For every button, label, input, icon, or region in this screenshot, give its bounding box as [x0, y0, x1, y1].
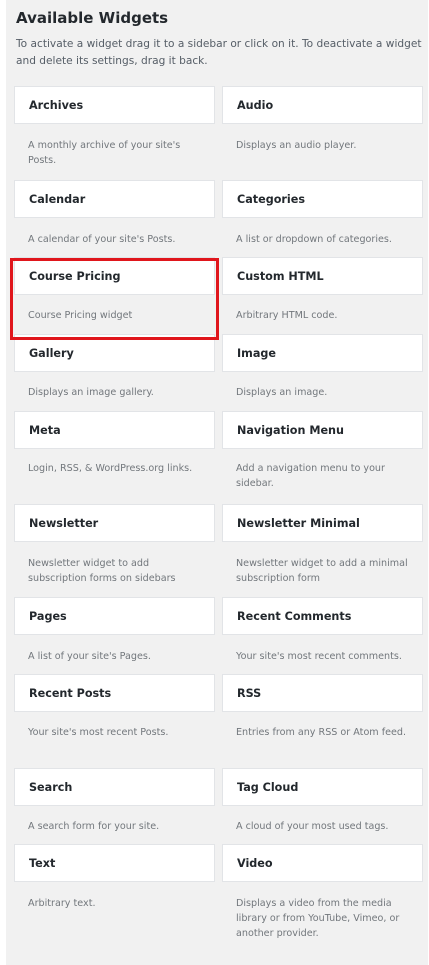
- widget-description: Your site's most recent comments.: [236, 651, 402, 662]
- widget-title[interactable]: Text: [14, 844, 215, 882]
- widget-description: A monthly archive of your site's Posts.: [28, 140, 181, 166]
- widget-grid: Archives A monthly archive of your site'…: [6, 0, 428, 965]
- widget-title[interactable]: Tag Cloud: [222, 768, 423, 806]
- widget-description: A list or dropdown of categories.: [236, 234, 392, 245]
- widget-description: Displays an audio player.: [236, 140, 357, 151]
- widget-description: A calendar of your site's Posts.: [28, 234, 176, 245]
- widget-title[interactable]: Audio: [222, 86, 423, 124]
- widget-title[interactable]: Custom HTML: [222, 257, 423, 295]
- widget-description: Entries from any RSS or Atom feed.: [236, 727, 407, 738]
- widget-title[interactable]: Recent Comments: [222, 597, 423, 635]
- widget-description: Newsletter widget to add subscription fo…: [28, 558, 176, 584]
- widget-description: Newsletter widget to add a minimal subsc…: [236, 558, 408, 584]
- available-widgets-panel: Available Widgets To activate a widget d…: [6, 0, 428, 965]
- widget-title[interactable]: Newsletter: [14, 504, 215, 542]
- widget-title[interactable]: Categories: [222, 180, 423, 218]
- widget-title[interactable]: RSS: [222, 674, 423, 712]
- widget-description: Displays an image gallery.: [28, 387, 154, 398]
- widget-title[interactable]: Calendar: [14, 180, 215, 218]
- widget-title[interactable]: Pages: [14, 597, 215, 635]
- widget-title[interactable]: Video: [222, 844, 423, 882]
- widget-title[interactable]: Newsletter Minimal: [222, 504, 423, 542]
- widget-description: Arbitrary text.: [28, 898, 96, 909]
- widget-description: Login, RSS, & WordPress.org links.: [28, 463, 193, 474]
- widget-description: Displays an image.: [236, 387, 328, 398]
- widget-title[interactable]: Recent Posts: [14, 674, 215, 712]
- widget-description: Displays a video from the media library …: [236, 898, 400, 939]
- widget-description: Your site's most recent Posts.: [28, 727, 169, 738]
- widget-title[interactable]: Archives: [14, 86, 215, 124]
- widget-title[interactable]: Course Pricing: [14, 257, 215, 295]
- widget-description: A list of your site's Pages.: [28, 651, 151, 662]
- widget-description: A search form for your site.: [28, 821, 160, 832]
- widget-description: Course Pricing widget: [28, 310, 133, 321]
- widget-title[interactable]: Gallery: [14, 334, 215, 372]
- widget-title[interactable]: Image: [222, 334, 423, 372]
- widget-title[interactable]: Navigation Menu: [222, 411, 423, 449]
- widget-description: Add a navigation menu to your sidebar.: [236, 463, 385, 489]
- widget-description: A cloud of your most used tags.: [236, 821, 389, 832]
- widget-title[interactable]: Search: [14, 768, 215, 806]
- widget-title[interactable]: Meta: [14, 411, 215, 449]
- widget-description: Arbitrary HTML code.: [236, 310, 338, 321]
